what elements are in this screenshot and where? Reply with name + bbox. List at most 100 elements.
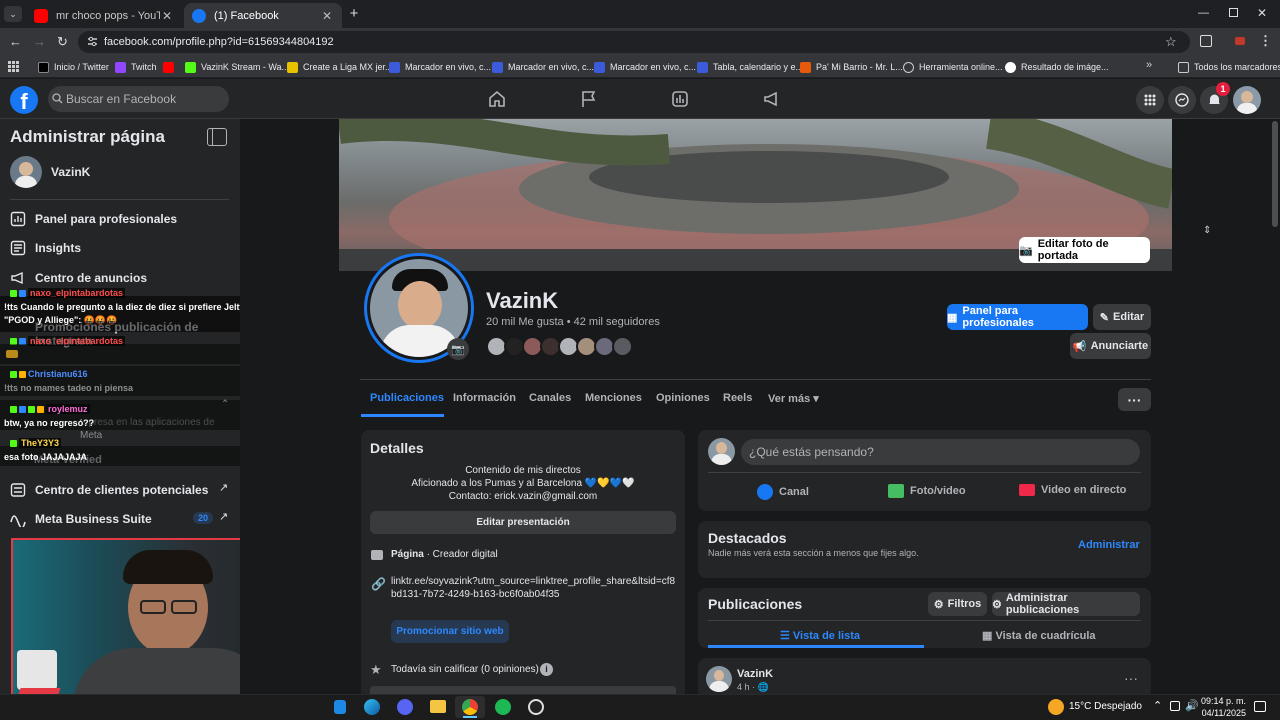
- advertise-button[interactable]: 📢 Anunciarte: [1070, 333, 1151, 359]
- filters-button[interactable]: ⚙ Filtros: [928, 592, 987, 616]
- bookmark-twitter[interactable]: Inicio / Twitter: [38, 59, 109, 75]
- partial-button[interactable]: [370, 686, 676, 694]
- post-author[interactable]: VazinK: [737, 668, 773, 680]
- spotify-icon[interactable]: [495, 699, 511, 715]
- file-explorer-icon[interactable]: [430, 700, 446, 713]
- search-input[interactable]: Buscar en Facebook: [48, 86, 229, 112]
- network-icon[interactable]: [1170, 701, 1180, 711]
- messenger-icon[interactable]: [1168, 86, 1196, 114]
- camera-icon[interactable]: 📷: [447, 338, 469, 360]
- back-icon[interactable]: ←: [9, 34, 22, 49]
- post-options-icon[interactable]: ···: [1124, 670, 1138, 686]
- list-view-tab[interactable]: ☰ Vista de lista: [780, 629, 860, 642]
- clock[interactable]: 09:14 p. m. 04/11/2025: [1201, 695, 1246, 719]
- apps-icon[interactable]: [8, 61, 19, 72]
- composer-input[interactable]: ¿Qué estás pensando?: [741, 439, 1140, 465]
- tab-about[interactable]: Información: [453, 392, 516, 404]
- bookmark-tabla[interactable]: Tabla, calendario y e...: [697, 59, 803, 75]
- more-bookmarks-icon[interactable]: »: [1146, 59, 1152, 71]
- bookmark-twitch[interactable]: Twitch: [115, 59, 157, 75]
- grid-view-tab[interactable]: ▦ Vista de cuadrícula: [982, 629, 1096, 642]
- sidebar-item-leads-center[interactable]: Centro de clientes potenciales: [10, 478, 208, 502]
- megaphone-nav-icon[interactable]: [763, 90, 781, 108]
- button-label: Panel para profesionales: [962, 305, 1034, 329]
- notification-center-icon[interactable]: [1254, 701, 1266, 712]
- promote-website-button[interactable]: Promocionar sitio web: [391, 620, 509, 643]
- collapse-sidebar-icon[interactable]: [207, 128, 227, 146]
- edit-profile-button[interactable]: ✎ Editar: [1093, 304, 1151, 330]
- obs-icon[interactable]: [528, 699, 544, 715]
- info-icon[interactable]: i: [540, 663, 553, 676]
- window-close-icon[interactable]: ✕: [1257, 6, 1267, 20]
- tab-channels[interactable]: Canales: [529, 392, 571, 404]
- all-bookmarks[interactable]: Todos los marcadores: [1178, 59, 1280, 75]
- minimize-icon[interactable]: —: [1198, 7, 1210, 19]
- profile-stats[interactable]: 20 mil Me gusta • 42 mil seguidores: [486, 316, 660, 328]
- bookmark-kick[interactable]: VazinK Stream - Wa...: [185, 59, 289, 75]
- tab-search-button[interactable]: ⌄: [4, 6, 22, 22]
- website-link[interactable]: linktr.ee/soyvazink?utm_source=linktree_…: [391, 575, 677, 601]
- menu-grid-icon[interactable]: [1136, 86, 1164, 114]
- bookmark-youtube[interactable]: [163, 59, 179, 75]
- tab-posts[interactable]: Publicaciones: [370, 392, 444, 404]
- channel-button[interactable]: Canal: [757, 484, 809, 500]
- bookmark-herramienta[interactable]: Herramienta online...: [903, 59, 1003, 75]
- discord-icon[interactable]: [397, 699, 413, 715]
- more-options-button[interactable]: ···: [1118, 388, 1151, 411]
- bookmark-ligamx[interactable]: Create a Liga MX jer...: [287, 59, 393, 75]
- manage-posts-button[interactable]: ⚙ Administrar publicaciones: [992, 592, 1140, 616]
- flag-icon[interactable]: [580, 90, 598, 108]
- edit-bio-button[interactable]: Editar presentación: [370, 511, 676, 534]
- insights-nav-icon[interactable]: [671, 90, 689, 108]
- restore-icon[interactable]: [1229, 8, 1238, 17]
- close-icon[interactable]: ✕: [320, 9, 334, 23]
- close-icon[interactable]: ✕: [160, 9, 174, 23]
- chrome-icon[interactable]: [462, 699, 478, 715]
- tab-facebook[interactable]: (1) Facebook ✕: [184, 3, 342, 28]
- forward-icon[interactable]: →: [33, 34, 46, 49]
- address-bar[interactable]: facebook.com/profile.php?id=615693448041…: [78, 31, 1190, 53]
- app-icon[interactable]: [334, 700, 346, 714]
- photo-video-button[interactable]: Foto/video: [888, 484, 966, 498]
- post-time[interactable]: 4 h · 🌐: [737, 682, 769, 693]
- professional-dashboard-button[interactable]: ▦ Panel para profesionales: [947, 304, 1088, 330]
- tab-more[interactable]: Ver más ▾: [768, 392, 819, 405]
- volume-icon[interactable]: 🔊: [1185, 699, 1199, 712]
- browser-menu-icon[interactable]: ⋮: [1259, 33, 1272, 49]
- edit-cover-button[interactable]: 📷 Editar foto de portada: [1019, 237, 1150, 263]
- sidebar-item-business-suite[interactable]: Meta Business Suite: [10, 507, 152, 531]
- bookmark-marcador-2[interactable]: Marcador en vivo, c...: [492, 59, 594, 75]
- page-avatar[interactable]: [10, 156, 42, 188]
- scrollbar[interactable]: [1270, 119, 1280, 694]
- tab-youtube[interactable]: mr choco pops - YouTube ✕: [26, 3, 182, 28]
- sidebar-item-insights[interactable]: Insights: [10, 236, 81, 260]
- page-name[interactable]: VazinK: [51, 165, 90, 179]
- chevron-up-icon[interactable]: ⌃: [1153, 699, 1162, 712]
- bookmark-google-images[interactable]: Resultado de imáge...: [1005, 59, 1109, 75]
- bookmark-marcador-3[interactable]: Marcador en vivo, c...: [594, 59, 696, 75]
- extensions-icon[interactable]: [1200, 35, 1212, 47]
- tab-reels[interactable]: Reels: [723, 392, 752, 404]
- bookmark-marcador-1[interactable]: Marcador en vivo, c...: [389, 59, 491, 75]
- new-tab-icon[interactable]: +: [346, 6, 362, 22]
- bookmark-pamibarrio[interactable]: Pa' Mi Barrio - Mr. L...: [800, 59, 903, 75]
- live-video-button[interactable]: Video en directo: [1019, 484, 1126, 496]
- composer-avatar[interactable]: [708, 438, 735, 465]
- account-avatar[interactable]: [1233, 86, 1261, 114]
- extension-icon[interactable]: [1235, 37, 1245, 45]
- sidebar-item-dashboard[interactable]: Panel para profesionales: [10, 207, 177, 231]
- weather-text[interactable]: 15°C Despejado: [1069, 701, 1142, 712]
- sidebar-item-ads-center[interactable]: Centro de anuncios: [10, 266, 147, 290]
- reload-icon[interactable]: ↻: [57, 34, 68, 50]
- tab-mentions[interactable]: Menciones: [585, 392, 642, 404]
- post-author-avatar[interactable]: [706, 666, 732, 692]
- bookmark-star-icon[interactable]: ☆: [1165, 34, 1177, 50]
- tab-reviews[interactable]: Opiniones: [656, 392, 710, 404]
- featured-manage-link[interactable]: Administrar: [1078, 539, 1140, 551]
- site-info-icon[interactable]: [87, 36, 98, 47]
- follower-avatars[interactable]: [486, 336, 633, 358]
- facebook-logo-icon[interactable]: f: [10, 86, 38, 114]
- edge-icon[interactable]: [364, 699, 380, 715]
- home-icon[interactable]: [488, 90, 506, 108]
- chat-message: "PGOD y Alliege": 🤬🤬🤬: [4, 315, 118, 325]
